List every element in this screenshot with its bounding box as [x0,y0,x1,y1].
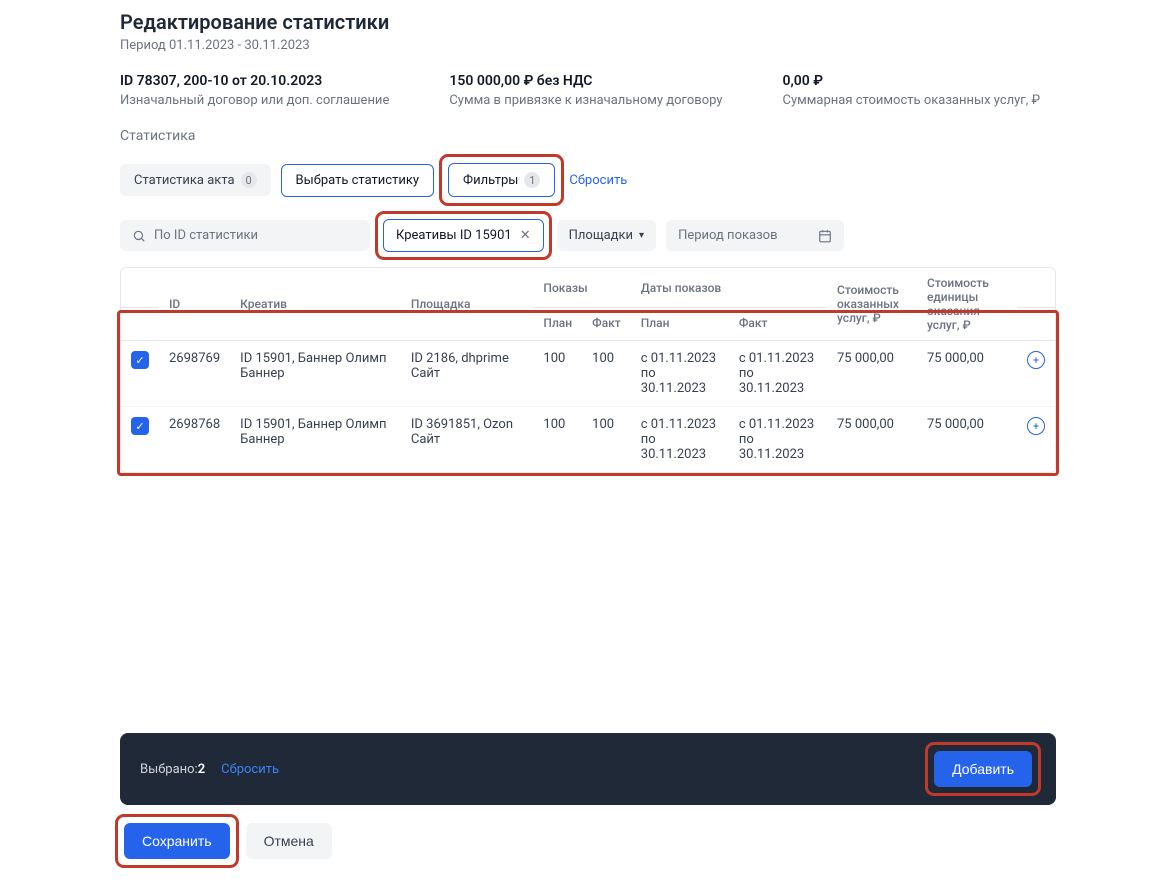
add-button[interactable]: Добавить [934,751,1032,787]
sum-value: 150 000,00 ₽ без НДС [449,73,722,89]
chevron-down-icon: ▾ [639,230,644,241]
selection-label: Выбрано: [140,762,198,777]
calendar-icon [818,229,832,243]
cancel-button[interactable]: Отмена [246,823,332,859]
col-plan: План [533,308,582,341]
col-cost-services: Стоимость оказанных услуг, ₽ [827,268,917,341]
selection-count: 2 [198,762,205,777]
col-dates-fact: Факт [729,308,827,341]
period-picker[interactable]: Период показов [666,220,843,251]
filters-count: 1 [524,172,540,188]
act-stats-chip[interactable]: Статистика акта 0 [120,164,271,196]
search-placeholder: По ID статистики [154,228,258,243]
col-fact: Факт [582,308,631,341]
col-dates-plan: План [631,308,729,341]
close-icon[interactable]: ✕ [520,228,531,243]
total-label: Суммарная стоимость оказанных услуг, ₽ [783,93,1041,108]
table-row: ✓ 2698769 ID 15901, Баннер Олимп Баннер … [121,341,1055,407]
stats-section-title: Статистика [120,128,1056,144]
row-add-button[interactable]: + [1027,351,1045,369]
col-id: ID [159,268,230,341]
period-label: Период 01.11.2023 - 30.11.2023 [120,38,1056,53]
page-title: Редактирование статистики [120,10,1056,34]
col-impressions: Показы [533,268,630,308]
contract-id: ID 78307, 200-10 от 20.10.2023 [120,73,389,89]
save-button[interactable]: Сохранить [124,823,230,859]
selection-reset-link[interactable]: Сбросить [221,762,279,777]
row-add-button[interactable]: + [1027,417,1045,435]
act-stats-count: 0 [241,172,257,188]
filters-button[interactable]: Фильтры 1 [448,163,555,197]
col-dates: Даты показов [631,268,827,308]
col-site: Площадка [401,268,534,341]
col-creative: Креатив [230,268,401,341]
total-value: 0,00 ₽ [783,73,1041,89]
creative-filter-chip[interactable]: Креативы ID 15901 ✕ [383,219,544,252]
table-row: ✓ 2698768 ID 15901, Баннер Олимп Баннер … [121,407,1055,473]
contract-label: Изначальный договор или доп. соглашение [120,93,389,108]
search-input[interactable]: По ID статистики [120,220,370,251]
sites-dropdown[interactable]: Площадки ▾ [557,220,656,251]
reset-filters-link[interactable]: Сбросить [569,173,627,188]
select-stats-button[interactable]: Выбрать статистику [281,164,435,197]
row-checkbox[interactable]: ✓ [131,417,149,435]
row-checkbox[interactable]: ✓ [131,351,149,369]
search-icon [132,229,146,243]
act-stats-label: Статистика акта [134,173,235,188]
sum-label: Сумма в привязке к изначальному договору [449,93,722,108]
stats-table: ID Креатив Площадка Показы Даты показов … [120,267,1056,473]
col-cost-unit: Стоимость единицы оказания услуг, ₽ [917,268,1017,341]
summary-row: ID 78307, 200-10 от 20.10.2023 Изначальн… [120,73,1056,108]
selection-bar: Выбрано:2 Сбросить Добавить [120,733,1056,805]
